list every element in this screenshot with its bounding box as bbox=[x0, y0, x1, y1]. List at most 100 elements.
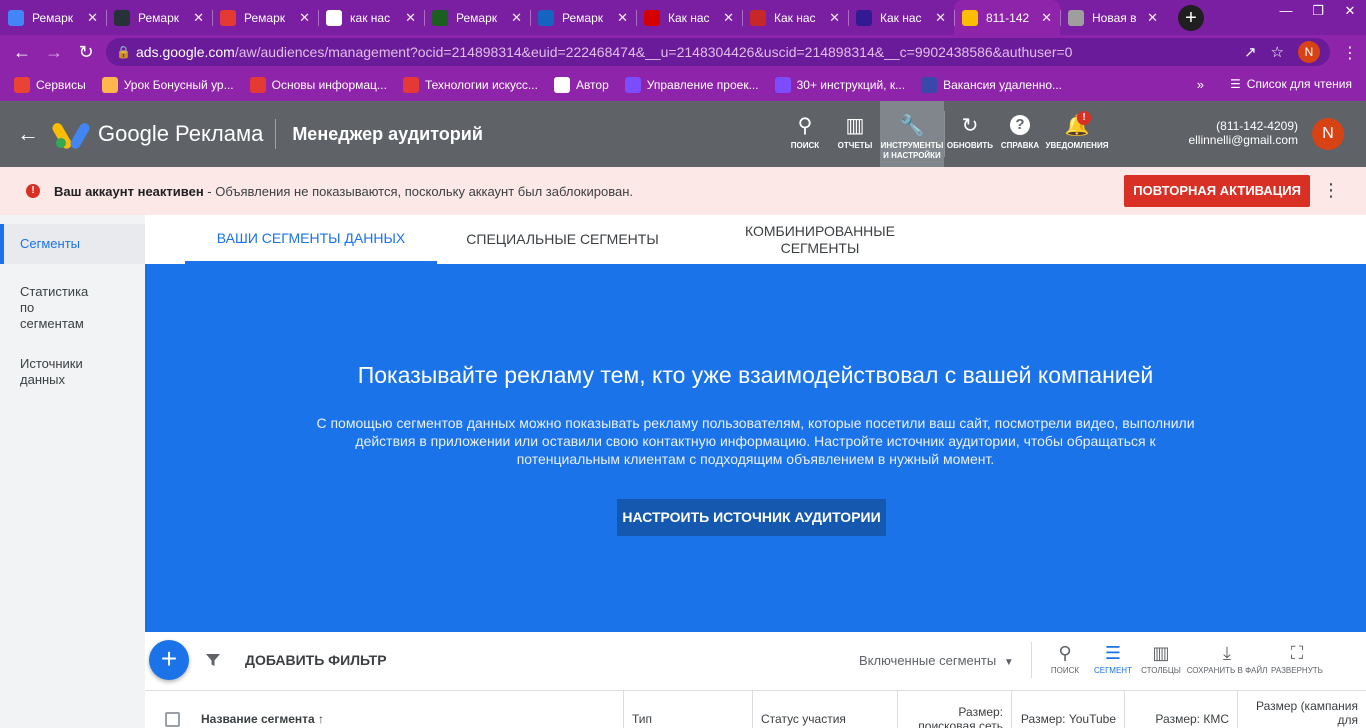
column-membership-status[interactable]: Статус участия bbox=[752, 691, 897, 728]
tool-search-button[interactable]: ⚲ ПОИСК bbox=[1041, 642, 1089, 676]
tool-fullscreen-button[interactable]: ⛶ РАЗВЕРНУТЬ bbox=[1269, 642, 1325, 676]
tab-custom-segments[interactable]: СПЕЦИАЛЬНЫЕ СЕГМЕНТЫ bbox=[450, 215, 675, 264]
close-tab-icon[interactable]: ✕ bbox=[617, 10, 628, 26]
close-tab-icon[interactable]: ✕ bbox=[193, 10, 204, 26]
browser-toolbar: ← → ↻ 🔒 ads.google.com/aw/audiences/mana… bbox=[0, 35, 1366, 69]
chrome-icon bbox=[1068, 9, 1084, 26]
tool-segment-button[interactable]: ☰ СЕГМЕНТ bbox=[1089, 642, 1137, 676]
browser-tab[interactable]: Новая в ✕ bbox=[1060, 0, 1166, 35]
cursor-icon bbox=[856, 9, 872, 26]
restore-icon[interactable]: ❐ bbox=[1302, 0, 1334, 24]
header-action-label: УВЕДОМЛЕНИЯ bbox=[1045, 141, 1109, 150]
bookmark-item[interactable]: Технологии искусс... bbox=[402, 77, 538, 93]
reports-icon: ▥ bbox=[845, 115, 865, 137]
header-bell-button[interactable]: 🔔! УВЕДОМЛЕНИЯ bbox=[1045, 101, 1109, 167]
bookmarks-overflow-icon[interactable]: » bbox=[1197, 77, 1204, 92]
profile-avatar[interactable]: N bbox=[1298, 41, 1320, 63]
header-action-label: ОБНОВИТЬ bbox=[946, 141, 994, 150]
bookmark-item[interactable]: Сервисы bbox=[14, 77, 86, 93]
header-refresh-button[interactable]: ↻ ОБНОВИТЬ bbox=[945, 101, 995, 167]
page-title: Менеджер аудиторий bbox=[292, 123, 483, 144]
new-tab-button[interactable]: + bbox=[1178, 5, 1204, 31]
close-tab-icon[interactable]: ✕ bbox=[87, 10, 98, 26]
bookmark-item[interactable]: Урок Бонусный ур... bbox=[101, 77, 234, 93]
browser-tab[interactable]: 811-142 ✕ bbox=[954, 0, 1060, 35]
reactivate-button[interactable]: ПОВТОРНАЯ АКТИВАЦИЯ bbox=[1124, 175, 1310, 207]
avatar[interactable]: N bbox=[1312, 118, 1344, 150]
browser-tab[interactable]: Ремарк ✕ bbox=[530, 0, 636, 35]
close-window-icon[interactable]: ✕ bbox=[1334, 0, 1366, 24]
column-size-display[interactable]: Размер: КМС bbox=[1124, 691, 1237, 728]
close-tab-icon[interactable]: ✕ bbox=[829, 10, 840, 26]
share-icon[interactable]: ↗ bbox=[1244, 43, 1257, 61]
back-arrow-icon[interactable]: ← bbox=[0, 121, 56, 147]
column-size-campaign[interactable]: Размер (кампания для bbox=[1237, 691, 1366, 728]
bookmark-item[interactable]: Вакансия удаленно... bbox=[921, 77, 1062, 93]
window-controls: — ❐ ✕ bbox=[1270, 0, 1366, 24]
close-tab-icon[interactable]: ✕ bbox=[1147, 10, 1158, 26]
sidenav-item-data-sources[interactable]: Источники данных bbox=[0, 356, 90, 388]
bookmark-label: Автор bbox=[575, 78, 609, 92]
tool-label: СТОЛБЦЫ bbox=[1141, 666, 1181, 675]
tab-combined-segments[interactable]: КОМБИНИРОВАННЫЕ СЕГМЕНТЫ bbox=[715, 215, 925, 264]
column-segment-name[interactable]: Название сегмента ↑ bbox=[193, 691, 623, 728]
browser-tab[interactable]: как нас ✕ bbox=[318, 0, 424, 35]
column-size-search[interactable]: Размер: поисковая сеть bbox=[897, 691, 1011, 728]
reload-icon[interactable]: ↻ bbox=[70, 42, 102, 63]
tool-download-button[interactable]: ⤓ СОХРАНИТЬ В ФАЙЛ bbox=[1185, 642, 1269, 676]
column-size-youtube[interactable]: Размер: YouTube bbox=[1011, 691, 1124, 728]
close-tab-icon[interactable]: ✕ bbox=[935, 10, 946, 26]
segment-icon: ☰ bbox=[1104, 643, 1122, 663]
segments-select[interactable]: Включенные сегменты ▼ bbox=[859, 653, 1014, 668]
column-type[interactable]: Тип bbox=[623, 691, 751, 728]
header-reports-button[interactable]: ▥ ОТЧЕТЫ bbox=[830, 101, 880, 167]
tool-columns-button[interactable]: ▥ СТОЛБЦЫ bbox=[1137, 642, 1185, 676]
sidenav-item-segment-stats[interactable]: Статистика по сегментам bbox=[0, 284, 110, 332]
browser-tab[interactable]: Как нас ✕ bbox=[636, 0, 742, 35]
browser-tab[interactable]: Как нас ✕ bbox=[848, 0, 954, 35]
bookmark-item[interactable]: 30+ инструкций, к... bbox=[774, 77, 905, 93]
bookmark-favicon-icon bbox=[921, 77, 938, 93]
bookmark-item[interactable]: Управление проек... bbox=[624, 77, 759, 93]
d-icon bbox=[644, 9, 660, 26]
header-help-button[interactable]: ? СПРАВКА bbox=[995, 101, 1045, 167]
forward-icon[interactable]: → bbox=[38, 42, 70, 63]
close-tab-icon[interactable]: ✕ bbox=[723, 10, 734, 26]
bookmark-star-icon[interactable]: ☆ bbox=[1271, 43, 1284, 61]
browser-tab-title: Как нас bbox=[880, 10, 922, 25]
bookmark-item[interactable]: Автор bbox=[553, 77, 609, 93]
bookmark-item[interactable]: Основы информац... bbox=[249, 77, 387, 93]
sidenav-item-segments[interactable]: Сегменты bbox=[0, 224, 145, 264]
browser-tab[interactable]: Ремарк ✕ bbox=[424, 0, 530, 35]
back-icon[interactable]: ← bbox=[6, 42, 38, 63]
more-vert-icon[interactable]: ⋮ bbox=[1322, 180, 1340, 201]
address-bar[interactable]: 🔒 ads.google.com/aw/audiences/management… bbox=[106, 38, 1330, 66]
browser-tab[interactable]: Как нас ✕ bbox=[742, 0, 848, 35]
select-all-checkbox[interactable] bbox=[165, 712, 180, 727]
add-segment-button[interactable]: + bbox=[149, 640, 189, 680]
close-tab-icon[interactable]: ✕ bbox=[511, 10, 522, 26]
reading-list[interactable]: ☰ Список для чтения bbox=[1230, 77, 1352, 91]
close-tab-icon[interactable]: ✕ bbox=[405, 10, 416, 26]
browser-tab[interactable]: Ремарк ✕ bbox=[0, 0, 106, 35]
browser-menu-icon[interactable]: ⋮ bbox=[1342, 43, 1358, 63]
tool-label: ПОИСК bbox=[1050, 666, 1080, 675]
close-tab-icon[interactable]: ✕ bbox=[299, 10, 310, 26]
browser-tab-title: Ремарк bbox=[32, 10, 73, 25]
bookmark-favicon-icon bbox=[624, 77, 641, 93]
setup-audience-source-button[interactable]: НАСТРОИТЬ ИСТОЧНИК АУДИТОРИИ bbox=[617, 499, 886, 536]
browser-tab[interactable]: Ремарк ✕ bbox=[212, 0, 318, 35]
minimize-icon[interactable]: — bbox=[1270, 0, 1302, 24]
search-icon: ⚲ bbox=[797, 115, 813, 137]
bookmark-favicon-icon bbox=[101, 77, 118, 93]
bookmark-label: Урок Бонусный ур... bbox=[123, 78, 234, 92]
header-search-button[interactable]: ⚲ ПОИСК bbox=[780, 101, 830, 167]
filter-icon[interactable] bbox=[205, 652, 221, 668]
close-tab-icon[interactable]: ✕ bbox=[1041, 10, 1052, 26]
browser-tab[interactable]: Ремарк ✕ bbox=[106, 0, 212, 35]
tab-your-data-segments[interactable]: ВАШИ СЕГМЕНТЫ ДАННЫХ bbox=[185, 215, 437, 264]
add-filter-button[interactable]: ДОБАВИТЬ ФИЛЬТР bbox=[245, 652, 387, 668]
header-wrench-button[interactable]: 🔧 ИНСТРУМЕНТЫ И НАСТРОЙКИ bbox=[880, 101, 944, 167]
dropdown-arrow-icon: ▼ bbox=[1003, 657, 1014, 668]
account-info[interactable]: (811-142-4209) ellinnelli@gmail.com bbox=[1188, 119, 1298, 147]
